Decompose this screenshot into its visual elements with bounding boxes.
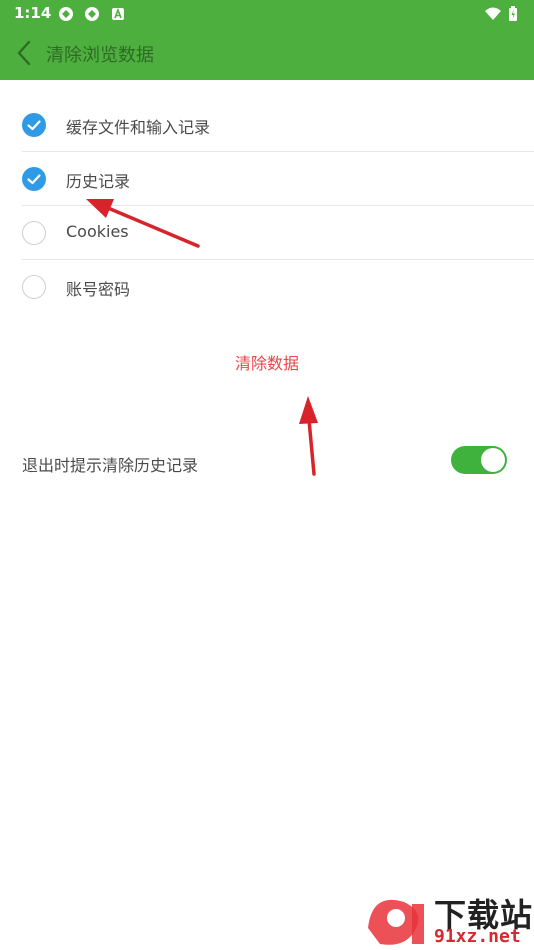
sync-icon (59, 7, 73, 21)
option-label: 历史记录 (66, 172, 131, 191)
notification-a-icon (112, 7, 124, 20)
toggle-knob (481, 448, 505, 472)
back-arrow-icon[interactable] (12, 38, 38, 68)
checkbox-unchecked-icon[interactable] (22, 275, 46, 299)
page-title: 清除浏览数据 (46, 45, 154, 66)
checkbox-unchecked-icon[interactable] (22, 221, 46, 245)
status-time: 1:14 (14, 4, 52, 22)
option-cache-files[interactable]: 缓存文件和输入记录 (0, 98, 534, 152)
app-header: 1:14 清除浏览数据 (0, 0, 534, 80)
option-cookies[interactable]: Cookies (0, 206, 534, 260)
exit-prompt-label: 退出时提示清除历史记录 (22, 456, 199, 475)
sync-icon (85, 7, 99, 21)
option-label: Cookies (66, 222, 129, 241)
battery-icon (509, 6, 517, 21)
option-history[interactable]: 历史记录 (0, 152, 534, 206)
checkbox-checked-icon[interactable] (22, 167, 46, 191)
option-label: 账号密码 (66, 280, 131, 299)
option-passwords[interactable]: 账号密码 (0, 260, 534, 314)
annotation-arrow-clear (299, 396, 318, 476)
status-bar: 1:14 (0, 0, 534, 28)
watermark-url: 91xz.net (434, 926, 521, 947)
checkbox-checked-icon[interactable] (22, 113, 46, 137)
option-label: 缓存文件和输入记录 (66, 118, 211, 137)
exit-prompt-toggle[interactable] (451, 446, 507, 474)
wifi-icon (485, 7, 501, 20)
clear-data-button[interactable]: 清除数据 (0, 350, 534, 374)
